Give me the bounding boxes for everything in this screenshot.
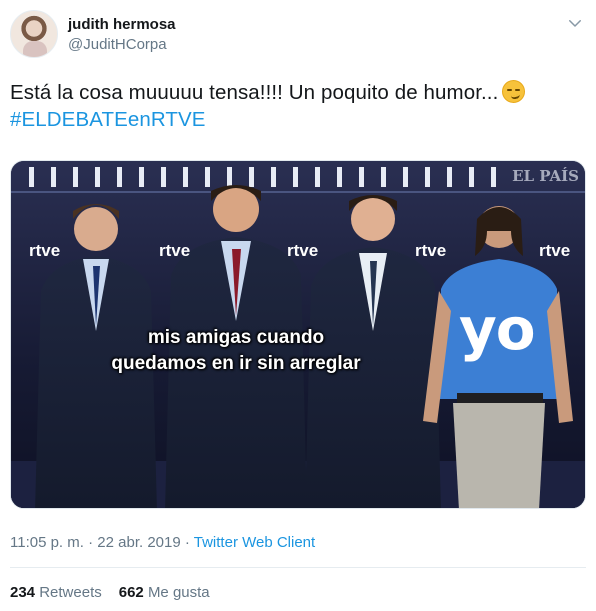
rtve-logo: rtve — [159, 241, 190, 260]
divider — [10, 567, 586, 568]
avatar[interactable] — [10, 10, 58, 58]
separator: · — [180, 534, 194, 551]
tweet-stats: 234 Retweets 662 Me gusta — [10, 584, 210, 601]
tweet-date[interactable]: 22 abr. 2019 — [97, 534, 180, 551]
retweets-label: Retweets — [39, 584, 102, 601]
retweets-count: 234 — [10, 584, 36, 601]
tweet-header: judith hermosa @JuditHCorpa — [10, 10, 586, 62]
client-link[interactable]: Twitter Web Client — [194, 534, 315, 551]
author-handle[interactable]: @JuditHCorpa — [68, 36, 167, 53]
likes-count: 662 — [118, 584, 144, 601]
tweet-card: judith hermosa @JuditHCorpa Está la cosa… — [0, 0, 596, 611]
caption-line-2: quedamos en ir sin arreglar — [111, 353, 361, 374]
tweet-text: Está la cosa muuuuu tensa!!!! Un poquito… — [10, 79, 586, 133]
tweet-meta: 11:05 p. m. · 22 abr. 2019 · Twitter Web… — [10, 534, 315, 551]
likes-label: Me gusta — [147, 584, 210, 601]
rtve-logo: rtve — [539, 241, 570, 260]
smirking-face-icon — [502, 80, 526, 103]
tweet-body: Está la cosa muuuuu tensa!!!! Un poquito… — [10, 81, 499, 104]
meme-label-yo: yo — [459, 295, 536, 363]
caption-line-1: mis amigas cuando — [147, 327, 325, 348]
rtve-logo: rtve — [415, 241, 446, 260]
rtve-logo: rtve — [29, 241, 60, 260]
separator: · — [83, 534, 98, 551]
author-name[interactable]: judith hermosa — [68, 16, 176, 33]
hashtag-link[interactable]: #ELDEBATEenRTVE — [10, 108, 206, 131]
retweets-stat[interactable]: 234 Retweets — [10, 584, 102, 601]
chevron-down-icon[interactable] — [566, 14, 584, 32]
tweet-time[interactable]: 11:05 p. m. — [10, 534, 84, 551]
likes-stat[interactable]: 662 Me gusta — [119, 584, 210, 601]
meme-caption: mis amigas cuando quedamos en ir sin arr… — [81, 325, 391, 377]
rtve-logo: rtve — [287, 241, 318, 260]
tweet-media-image[interactable]: EL PAÍS rtve rtve rtve rtve rtve mis ami… — [10, 160, 586, 509]
